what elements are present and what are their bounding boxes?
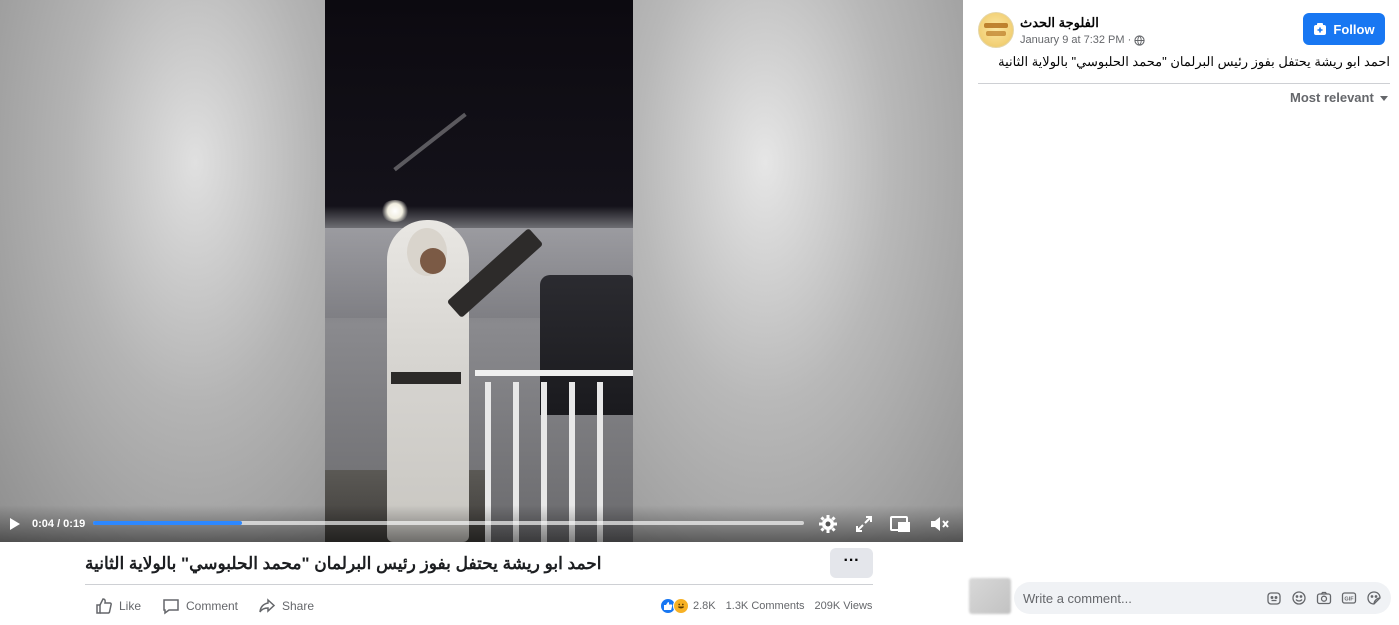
view-count: 209K Views: [814, 600, 873, 612]
comment-label: Comment: [186, 599, 239, 613]
reaction-count[interactable]: 2.8K: [693, 600, 716, 612]
comment-input[interactable]: [1023, 582, 1263, 614]
video-face: [420, 248, 446, 274]
post-meta: January 9 at 7:32 PM ·: [1020, 34, 1145, 46]
video-controls: 0:04 / 0:19: [0, 505, 963, 542]
post-stats: 2.8K 1.3K Comments 209K Views: [660, 597, 872, 615]
video-belt: [391, 372, 461, 384]
volume-muted-icon[interactable]: [928, 513, 950, 535]
thumbs-up-icon: [96, 598, 112, 614]
settings-gear-icon[interactable]: [817, 513, 839, 535]
comment-bubble-icon: [163, 599, 179, 615]
post-text: احمد ابو ريشة يحتفل بفوز رئيس البرلمان "…: [998, 54, 1390, 69]
video-progress-fill: [93, 521, 243, 525]
video-progress-bar[interactable]: [93, 521, 804, 525]
comment-sort-dropdown[interactable]: Most relevant: [1290, 90, 1390, 105]
divider: [85, 584, 873, 585]
share-arrow-icon: [259, 598, 276, 613]
post-timestamp[interactable]: January 9 at 7:32 PM: [1020, 34, 1125, 46]
page-name[interactable]: الفلوجة الحدث: [1020, 15, 1099, 31]
sort-label: Most relevant: [1290, 90, 1374, 105]
haha-reaction-icon[interactable]: [673, 598, 689, 614]
meta-separator: ·: [1127, 34, 1132, 46]
video-light: [380, 200, 410, 222]
fullscreen-expand-icon[interactable]: [853, 513, 875, 535]
play-icon[interactable]: [8, 517, 22, 531]
page-avatar[interactable]: [978, 12, 1014, 48]
video-backdrop-right: [633, 0, 963, 542]
svg-text:GIF: GIF: [1344, 596, 1354, 602]
video-light-beam: [393, 112, 467, 172]
emoji-icon[interactable]: [1290, 589, 1308, 607]
avatar-sticker-icon[interactable]: [1265, 589, 1283, 607]
globe-icon: [1134, 34, 1145, 46]
sticker-icon[interactable]: [1365, 589, 1383, 607]
page-logo-icon: [984, 23, 1008, 36]
video-time: 0:04 / 0:19: [32, 518, 86, 530]
share-label: Share: [282, 599, 315, 613]
camera-icon[interactable]: [1315, 589, 1333, 607]
video-title: احمد ابو ريشة يحتفل بفوز رئيس البرلمان "…: [85, 554, 602, 573]
comment-box[interactable]: GIF: [1014, 582, 1391, 614]
follow-page-icon: [1314, 23, 1327, 35]
video-backdrop-left: [0, 0, 325, 542]
more-options-button[interactable]: ···: [830, 548, 873, 578]
video-frame[interactable]: [325, 0, 633, 542]
picture-in-picture-icon[interactable]: [889, 513, 911, 535]
user-avatar[interactable]: [969, 578, 1011, 614]
follow-label: Follow: [1333, 21, 1375, 37]
follow-button[interactable]: Follow: [1303, 13, 1385, 45]
comment-count[interactable]: 1.3K Comments: [726, 600, 805, 612]
video-player[interactable]: 0:04 / 0:19: [0, 0, 963, 542]
gif-icon[interactable]: GIF: [1340, 589, 1358, 607]
divider: [978, 83, 1390, 84]
comment-tools: GIF: [1265, 589, 1383, 607]
share-button[interactable]: Share: [258, 596, 314, 616]
like-label: Like: [119, 599, 142, 613]
like-button[interactable]: Like: [95, 596, 141, 616]
caret-down-icon: [1379, 95, 1388, 101]
comment-button[interactable]: Comment: [162, 596, 238, 616]
